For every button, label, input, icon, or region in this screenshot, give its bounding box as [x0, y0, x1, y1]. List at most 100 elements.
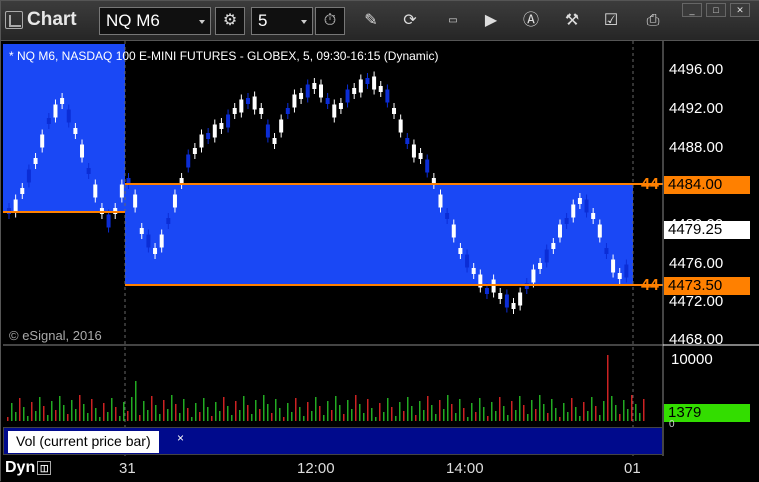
volume-bar	[295, 398, 297, 421]
volume-bar	[511, 401, 513, 421]
volume-bar	[47, 415, 49, 421]
volume-bar	[475, 412, 477, 421]
candle-body	[372, 76, 377, 90]
print-icon[interactable]: ⎙	[641, 9, 665, 33]
volume-bar	[559, 417, 561, 421]
candle-body	[73, 128, 78, 134]
volume-bar	[535, 409, 537, 421]
volume-bar	[223, 397, 225, 421]
candle-body	[192, 148, 197, 154]
candle-body	[538, 263, 543, 269]
candle-body	[557, 224, 562, 238]
minimize-button[interactable]: _	[682, 3, 702, 17]
volume-bar	[575, 407, 577, 421]
volume-zero-label: 0	[669, 419, 675, 430]
volume-bar	[171, 395, 173, 421]
candle-body	[458, 248, 463, 254]
volume-bar	[303, 416, 305, 421]
volume-bar	[291, 412, 293, 421]
candle-body	[20, 188, 25, 194]
candle-body	[591, 213, 596, 219]
clock-icon[interactable]: ⏱	[315, 7, 345, 35]
candle-body	[66, 109, 71, 123]
play-icon[interactable]: ▶	[479, 9, 503, 33]
candle-body	[305, 84, 310, 98]
volume-bar	[435, 414, 437, 421]
candle-body	[504, 294, 509, 308]
volume-bar	[571, 398, 573, 421]
price-tick-label: 4472.00	[669, 293, 724, 310]
volume-scale-label: 10000	[671, 351, 713, 368]
volume-bar	[587, 411, 589, 421]
candle-body	[564, 218, 569, 224]
link-icon[interactable]: ☑	[599, 9, 623, 33]
candle-body	[438, 194, 443, 208]
close-icon[interactable]: ×	[177, 431, 187, 445]
candle-body	[26, 169, 31, 183]
volume-bar	[539, 395, 541, 421]
close-button[interactable]: ✕	[730, 3, 750, 17]
volume-bar	[351, 409, 353, 421]
tools-icon[interactable]: ⚒	[560, 9, 584, 33]
candle-body	[418, 153, 423, 159]
chart-legend: * NQ M6, NASDAQ 100 E-MINI FUTURES - GLO…	[9, 49, 439, 63]
volume-bar	[147, 410, 149, 421]
refresh-icon[interactable]: ⟳	[398, 9, 422, 33]
time-label: 31	[119, 460, 136, 477]
get-icon[interactable]: ▭	[441, 9, 465, 33]
volume-bar	[551, 399, 553, 421]
volume-bar	[583, 402, 585, 421]
price-chart[interactable]	[1, 41, 759, 456]
chevron-down-icon	[199, 20, 205, 24]
candle-body	[531, 269, 536, 283]
interval-value: 5	[258, 11, 268, 30]
candle-body	[186, 154, 191, 168]
volume-bar	[135, 381, 137, 421]
volume-bar	[391, 407, 393, 421]
volume-bar	[483, 407, 485, 421]
volume-bar	[299, 407, 301, 421]
volume-bar	[527, 414, 529, 421]
volume-bar	[23, 407, 25, 421]
volume-bar	[415, 415, 417, 421]
volume-bar	[623, 400, 625, 421]
candle-body	[285, 108, 290, 114]
volume-bar	[639, 413, 641, 421]
candle-body	[206, 133, 211, 139]
volume-bar	[383, 412, 385, 421]
symbol-combo[interactable]: NQ M6	[99, 7, 211, 35]
upper-level-tag: 44	[641, 176, 659, 193]
volume-bar	[255, 400, 257, 421]
volume-bar	[151, 396, 153, 421]
volume-bar	[599, 415, 601, 421]
price-tick-label: 4492.00	[669, 100, 724, 117]
volume-bar	[27, 416, 29, 421]
candle-body	[471, 268, 476, 274]
candle-body	[239, 99, 244, 113]
candle-body	[411, 144, 416, 158]
volume-bar	[39, 397, 41, 421]
candle-body	[80, 144, 85, 158]
maximize-button[interactable]: □	[706, 3, 726, 17]
interval-combo[interactable]: 5	[251, 7, 313, 35]
pencil-icon[interactable]: ✎	[359, 9, 383, 33]
volume-bar	[439, 400, 441, 421]
volume-bar	[595, 406, 597, 421]
indicator-label[interactable]: Vol (current price bar)	[8, 431, 159, 453]
volume-bar	[283, 417, 285, 421]
volume-bar	[143, 401, 145, 421]
volume-bar	[219, 411, 221, 421]
candle-body	[325, 98, 330, 104]
candle-body	[484, 288, 489, 294]
volume-bar	[239, 410, 241, 421]
symbol-value: NQ M6	[106, 11, 160, 30]
gear-icon[interactable]: ⚙	[215, 7, 245, 35]
alert-icon[interactable]: Ⓐ	[519, 9, 543, 33]
volume-bar	[591, 397, 593, 421]
volume-bar	[347, 400, 349, 421]
volume-bar	[83, 404, 85, 421]
dynamic-button[interactable]: Dyn ◫	[5, 459, 52, 477]
candle-body	[13, 199, 18, 213]
volume-bar	[211, 416, 213, 421]
candle-body	[385, 89, 390, 103]
